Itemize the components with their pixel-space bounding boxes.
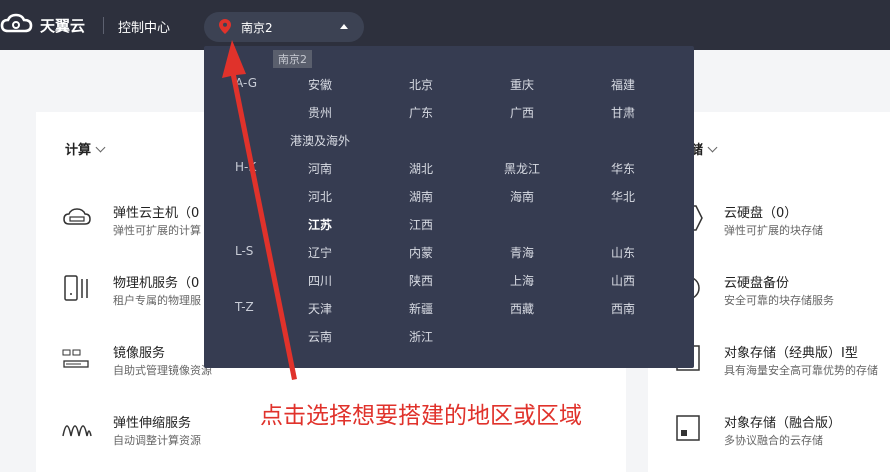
service-desc: 弹性可扩展的块存储: [724, 224, 823, 237]
region-option[interactable]: 陕西: [391, 272, 451, 289]
region-option[interactable]: 贵州: [290, 104, 350, 121]
region-option[interactable]: 福建: [593, 76, 653, 93]
object-storage-icon: [676, 415, 700, 441]
region-option[interactable]: 青海: [492, 244, 552, 261]
region-tooltip: 南京2: [273, 50, 312, 68]
region-dropdown: A-G 安徽 北京 重庆 福建 贵州 广东 广西 甘肃 港澳及海外 H-K 河南…: [204, 46, 694, 368]
region-option-selected[interactable]: 江苏: [290, 216, 350, 233]
region-option[interactable]: 湖南: [391, 188, 451, 205]
topbar-divider: [103, 17, 104, 34]
service-name: 云硬盘（0）: [724, 206, 798, 221]
autoscaling-wave-icon: [62, 425, 92, 437]
region-option[interactable]: 新疆: [391, 300, 451, 317]
region-option[interactable]: 华北: [593, 188, 653, 205]
region-option[interactable]: 华东: [593, 160, 653, 177]
region-option[interactable]: 西藏: [492, 300, 552, 317]
group-label-l-s: L-S: [235, 244, 254, 258]
service-name: 对象存储（经典版）Ⅰ型: [724, 346, 858, 361]
region-option[interactable]: 天津: [290, 300, 350, 317]
region-option[interactable]: 广东: [391, 104, 451, 121]
service-name: 云硬盘备份: [724, 276, 790, 291]
region-option[interactable]: 河北: [290, 188, 350, 205]
service-desc: 租户专属的物理服: [113, 294, 201, 307]
service-name: 物理机服务（0: [113, 276, 200, 291]
chevron-down-icon: [707, 142, 718, 153]
region-option[interactable]: 河南: [290, 160, 350, 177]
region-option[interactable]: 甘肃: [593, 104, 653, 121]
service-desc: 多协议融合的云存储: [724, 434, 823, 447]
service-desc: 安全可靠的块存储服务: [724, 294, 834, 307]
service-name: 弹性伸缩服务: [113, 416, 192, 431]
region-option[interactable]: 港澳及海外: [280, 132, 360, 149]
service-name: 对象存储（融合版）: [724, 416, 842, 431]
compute-title-text: 计算: [65, 143, 92, 158]
service-name: 镜像服务: [113, 346, 166, 361]
service-desc: 具有海量安全高可靠优势的存储: [724, 364, 878, 377]
physical-server-icon: [64, 275, 88, 301]
region-option[interactable]: 黑龙江: [492, 160, 552, 177]
brand-logo[interactable]: 天翼云: [0, 13, 85, 37]
service-desc: 自动调整计算资源: [113, 434, 201, 447]
region-option[interactable]: 山东: [593, 244, 653, 261]
chevron-down-icon: [95, 142, 106, 153]
region-option[interactable]: 西南: [593, 300, 653, 317]
image-service-icon: [62, 349, 89, 368]
location-pin-icon: [219, 19, 231, 34]
cloud-logo-icon: [0, 13, 33, 33]
group-label-h-k: H-K: [235, 160, 257, 174]
service-desc: 自助式管理镜像资源: [113, 364, 212, 377]
group-label-t-z: T-Z: [235, 300, 254, 314]
region-option[interactable]: 海南: [492, 188, 552, 205]
top-bar: 天翼云 控制中心 南京2: [0, 0, 890, 50]
service-name: 弹性云主机（0: [113, 206, 200, 221]
region-option[interactable]: 北京: [391, 76, 451, 93]
region-option[interactable]: 内蒙: [391, 244, 451, 261]
caret-up-icon: [340, 24, 348, 29]
cloud-server-icon: [63, 208, 91, 225]
region-selector[interactable]: 南京2: [204, 12, 364, 42]
console-link[interactable]: 控制中心: [118, 17, 170, 36]
current-region-label: 南京2: [241, 21, 273, 35]
region-option[interactable]: 四川: [290, 272, 350, 289]
region-option[interactable]: 湖北: [391, 160, 451, 177]
region-option[interactable]: 广西: [492, 104, 552, 121]
service-desc: 弹性可扩展的计算: [113, 224, 201, 237]
region-option[interactable]: 江西: [391, 216, 451, 233]
region-option[interactable]: 云南: [290, 328, 350, 345]
region-option[interactable]: 重庆: [492, 76, 552, 93]
region-option[interactable]: 辽宁: [290, 244, 350, 261]
region-option[interactable]: 安徽: [290, 76, 350, 93]
group-label-a-g: A-G: [235, 76, 258, 90]
compute-section-title[interactable]: 计算: [65, 139, 106, 158]
region-option[interactable]: 上海: [492, 272, 552, 289]
annotation-text: 点击选择想要搭建的地区或区域: [260, 403, 582, 429]
region-option[interactable]: 山西: [593, 272, 653, 289]
region-option[interactable]: 浙江: [391, 328, 451, 345]
brand-name: 天翼云: [40, 16, 86, 35]
